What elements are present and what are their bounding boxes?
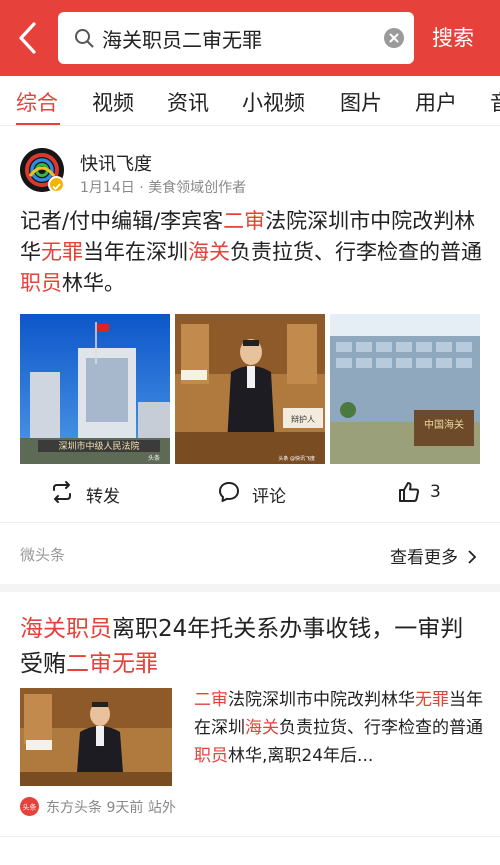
divider [0, 836, 500, 837]
section-separator [0, 584, 500, 592]
headline-highlight: 无罪 [41, 240, 83, 264]
snippet-highlight: 职员 [194, 746, 228, 766]
post-meta: 1月14日 · 美食领域创作者 [80, 177, 246, 197]
headline-highlight: 职员 [20, 271, 62, 295]
tab-users[interactable]: 用户 [415, 87, 457, 117]
post-headline[interactable]: 记者/付中编辑/李宾客二审法院深圳市中院改判林华无罪当年在深圳海关负责拉货、行李… [20, 206, 486, 299]
headline-text: 当年在深圳 [83, 240, 188, 264]
article-time: 9天前 [106, 800, 144, 816]
like-icon[interactable] [397, 480, 421, 504]
tab-news[interactable]: 资讯 [167, 87, 209, 117]
headline-text: 负责拉货、行李检查的普通 [230, 240, 482, 264]
category-tabs: 综合 视频 资讯 小视频 图片 用户 音 [0, 76, 500, 126]
tab-comprehensive[interactable]: 综合 [16, 87, 58, 117]
article-meta: 东方头条 9天前 站外 [46, 797, 176, 817]
title-highlight: 海关职员 [20, 616, 112, 642]
top-bar: 海关职员二审无罪 搜索 [0, 0, 500, 76]
post-image-court[interactable]: 深圳市中级人民法院 头条 [20, 314, 170, 464]
article-source-row: 头条 东方头条 9天前 站外 [20, 796, 320, 818]
article-thumbnail[interactable] [20, 688, 172, 786]
article-source: 东方头条 [46, 800, 102, 816]
author-tag: 美食领域创作者 [148, 180, 247, 196]
source-label: 微头条 [20, 546, 66, 564]
repost-button[interactable]: 转发 [86, 482, 120, 507]
back-arrow-icon[interactable] [10, 18, 46, 58]
comment-icon[interactable] [217, 480, 241, 504]
snippet-highlight: 海关 [245, 718, 279, 738]
tab-images[interactable]: 图片 [340, 87, 382, 117]
image-watermark: 头条 [148, 454, 160, 462]
author-name[interactable]: 快讯飞度 [80, 150, 152, 176]
microblog-source-row: 微头条 查看更多 [0, 524, 500, 584]
tab-music[interactable]: 音 [490, 87, 500, 117]
post-image-courtroom[interactable]: 辩护人 头条 @快讯飞度 [175, 314, 325, 464]
title-highlight: 二审无罪 [66, 651, 158, 677]
headline-highlight: 二审 [223, 209, 266, 233]
headline-text: 记者/付中编辑/李宾客 [20, 209, 224, 233]
site-tag: 站外 [147, 800, 176, 816]
headline-highlight: 海关 [188, 240, 230, 264]
see-more-label: 查看更多 [390, 548, 458, 568]
defender-sign-text: 辩护人 [291, 414, 315, 424]
next-result-peek [20, 852, 490, 865]
source-logo-icon: 头条 [20, 797, 39, 816]
clear-icon[interactable] [384, 28, 404, 48]
source-logo-text: 头条 [23, 803, 37, 812]
snippet-text: 林华,离职24年后... [228, 746, 374, 766]
tab-short-video[interactable]: 小视频 [242, 87, 305, 117]
search-icon [75, 29, 94, 48]
meta-separator: · [139, 180, 144, 196]
court-sign-text: 深圳市中级人民法院 [58, 440, 139, 452]
post-action-bar: 转发 评论 3 [0, 478, 500, 510]
search-button[interactable]: 搜索 [432, 22, 474, 52]
comment-button[interactable]: 评论 [252, 482, 286, 507]
headline-text: 林华。 [62, 271, 125, 295]
search-input[interactable]: 海关职员二审无罪 [58, 12, 414, 64]
article-title[interactable]: 海关职员离职24年托关系办事收钱，一审判受贿二审无罪 [20, 612, 480, 682]
post-date: 1月14日 [80, 180, 135, 196]
snippet-highlight: 无罪 [415, 690, 449, 710]
article-snippet[interactable]: 二审法院深圳市中院改判林华无罪当年在深圳海关负责拉货、行李检查的普通职员林华,离… [194, 686, 484, 770]
customs-sign-text: 中国海关 [424, 418, 464, 431]
see-more-link[interactable]: 查看更多 [390, 543, 477, 568]
post-image-customs[interactable]: 中国海关 [330, 314, 480, 464]
snippet-text: 负责拉货、行李检查的普通 [279, 718, 483, 738]
snippet-text: 法院深圳市中院改判林华 [228, 690, 415, 710]
tab-video[interactable]: 视频 [92, 87, 134, 117]
divider [0, 522, 500, 523]
image-watermark: 头条 @快讯飞度 [278, 455, 315, 462]
active-tab-indicator [16, 123, 60, 125]
chevron-right-icon [468, 550, 477, 564]
verified-badge-icon [48, 176, 65, 193]
repost-icon[interactable] [50, 480, 74, 504]
snippet-highlight: 二审 [194, 690, 228, 710]
search-query-text: 海关职员二审无罪 [102, 28, 262, 52]
like-count[interactable]: 3 [430, 482, 441, 502]
